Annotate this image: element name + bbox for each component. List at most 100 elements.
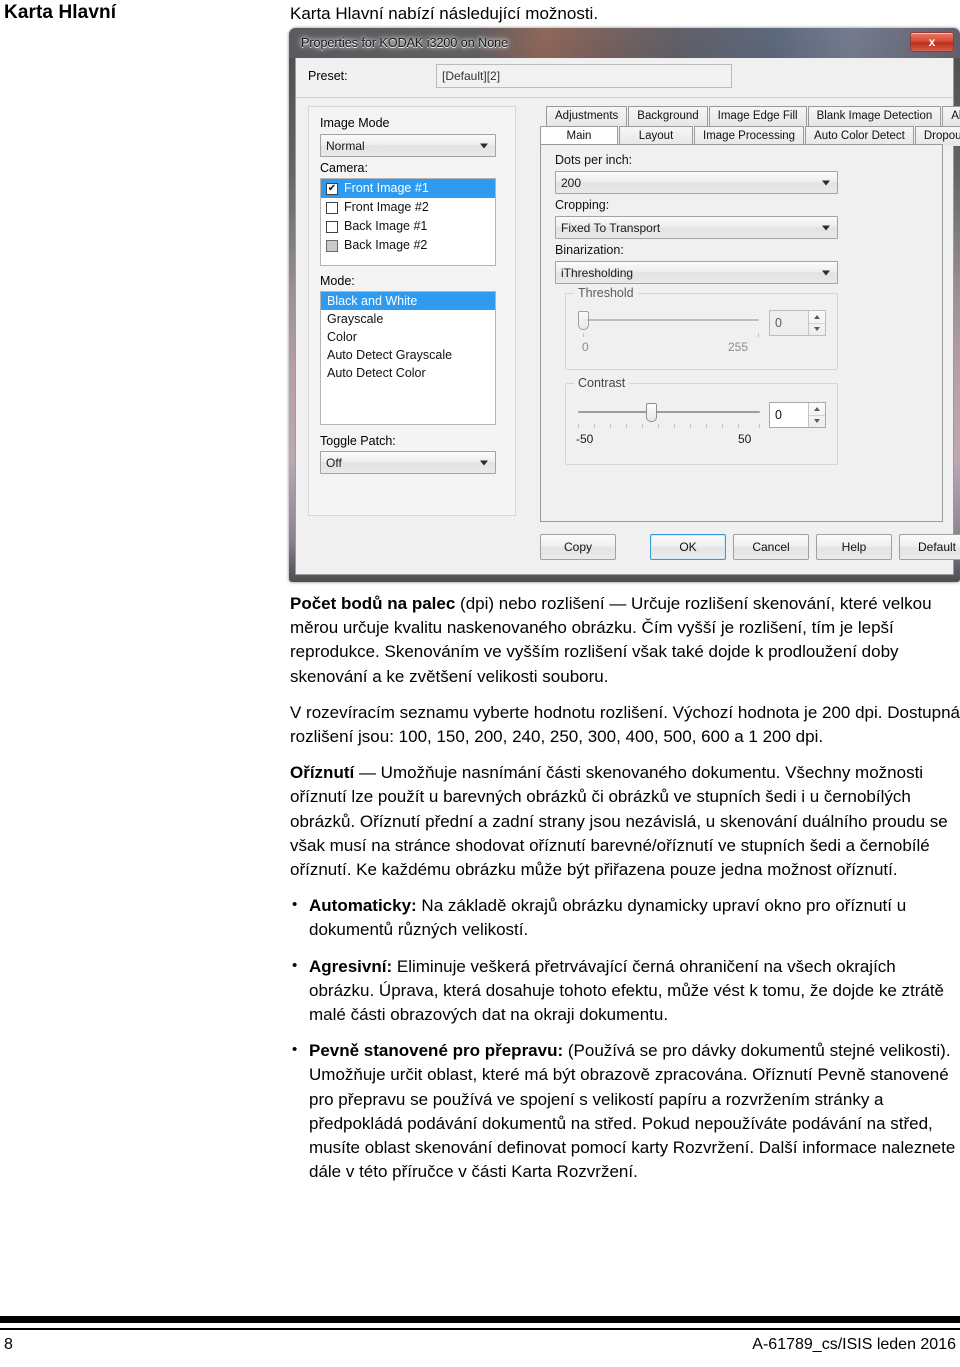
cropping-value: Fixed To Transport	[561, 220, 661, 235]
tab-main[interactable]: Main	[540, 126, 618, 146]
dialog-title: Properties for KODAK i3200 on None	[301, 36, 509, 50]
contrast-slider-track[interactable]	[578, 411, 760, 413]
tab-about[interactable]: About	[942, 106, 960, 126]
checkbox-icon[interactable]	[326, 201, 338, 214]
body-text: Počet bodů na palec (dpi) nebo rozlišení…	[290, 592, 960, 1196]
tab-adjustments[interactable]: Adjustments	[546, 106, 628, 126]
list-item[interactable]: Grayscale	[321, 310, 495, 328]
camera-listbox[interactable]: Front Image #1 Front Image #2 Back Image…	[320, 178, 496, 266]
threshold-min-label: 0	[582, 340, 589, 354]
checkbox-icon[interactable]	[326, 182, 338, 195]
checkbox-icon	[326, 239, 338, 252]
image-mode-label: Image Mode	[320, 116, 390, 130]
dpi-label: Dots per inch:	[555, 153, 633, 167]
list-item[interactable]: Front Image #2	[321, 198, 495, 217]
page-number: 8	[4, 1336, 13, 1353]
tabbed-settings-panel: Adjustments Background Image Edge Fill B…	[540, 106, 960, 522]
chevron-down-icon	[480, 143, 488, 148]
list-item: Pevně stanovené pro přepravu: (Používá s…	[290, 1038, 960, 1184]
list-item: Agresivní: Eliminuje veškerá přetrvávají…	[290, 954, 960, 1028]
paragraph-cropping-term: Oříznutí	[290, 763, 355, 783]
cropping-label: Cropping:	[555, 198, 610, 212]
camera-label: Camera:	[320, 161, 368, 175]
document-page: Karta Hlavní Karta Hlavní nabízí následu…	[0, 0, 960, 1367]
contrast-group-title: Contrast	[574, 376, 630, 390]
contrast-spinner[interactable]: 0	[769, 402, 826, 428]
dialog-button-row: Copy OK Cancel Help Default	[540, 534, 960, 564]
tab-blank-image-detection[interactable]: Blank Image Detection	[807, 106, 942, 126]
ok-button[interactable]: OK	[650, 534, 726, 560]
chevron-down-icon	[480, 460, 488, 465]
dpi-value: 200	[561, 175, 582, 190]
document-id: A-61789_cs/ISIS leden 2016	[752, 1336, 956, 1353]
footer-rule-thin	[0, 1328, 960, 1330]
spinner-down-icon[interactable]	[809, 416, 825, 428]
list-item: Automaticky: Na základě okrajů obrázku d…	[290, 893, 960, 942]
list-item-text: Eliminuje veškerá přetrvávající černá oh…	[309, 956, 945, 1025]
toggle-patch-label: Toggle Patch:	[320, 434, 396, 448]
toggle-patch-value: Off	[326, 455, 342, 470]
margin-heading: Karta Hlavní	[4, 2, 117, 23]
list-item-label: Front Image #2	[344, 200, 429, 214]
threshold-group-title: Threshold	[574, 286, 638, 300]
list-item[interactable]: Auto Detect Color	[321, 364, 495, 382]
list-item[interactable]: Black and White	[321, 292, 495, 310]
close-icon[interactable]: x	[910, 32, 954, 52]
mode-listbox[interactable]: Black and White Grayscale Color Auto Det…	[320, 291, 496, 425]
list-item[interactable]: Color	[321, 328, 495, 346]
cancel-button[interactable]: Cancel	[733, 534, 809, 560]
spinner-down-icon[interactable]	[809, 324, 825, 336]
list-item-term: Automaticky:	[309, 896, 417, 916]
checkbox-icon[interactable]	[326, 220, 338, 233]
intro-paragraph: Karta Hlavní nabízí následující možnosti…	[290, 4, 599, 23]
toggle-patch-select[interactable]: Off	[320, 451, 496, 474]
paragraph-dpi: Počet bodů na palec (dpi) nebo rozlišení…	[290, 592, 960, 689]
binarization-select[interactable]: iThresholding	[555, 261, 838, 284]
contrast-value: 0	[775, 408, 782, 422]
list-item-label: Back Image #1	[344, 219, 428, 233]
list-item-text: (Používá se pro dávky dokumentů stejné v…	[309, 1041, 956, 1182]
footer-rule-thick	[0, 1316, 960, 1323]
tab-row-primary: Main Layout Image Processing Auto Color …	[540, 126, 960, 146]
binarization-value: iThresholding	[561, 265, 634, 280]
threshold-slider-track[interactable]	[583, 319, 759, 321]
cropping-options-list: Automaticky: Na základě okrajů obrázku d…	[290, 893, 960, 1184]
tab-image-processing[interactable]: Image Processing	[694, 126, 805, 146]
list-item[interactable]: Auto Detect Grayscale	[321, 346, 495, 364]
list-item[interactable]: Back Image #1	[321, 217, 495, 236]
chevron-down-icon	[822, 225, 830, 230]
preset-field[interactable]: [Default][2]	[436, 64, 732, 88]
content-column: Karta Hlavní nabízí následující možnosti…	[290, 0, 960, 26]
binarization-label: Binarization:	[555, 243, 624, 257]
threshold-spinner-buttons[interactable]	[808, 311, 825, 335]
main-tab-panel: Dots per inch: 200 Cropping: Fixed To Tr…	[540, 144, 943, 522]
threshold-slider-thumb[interactable]	[578, 311, 589, 330]
threshold-max-label: 255	[728, 340, 749, 354]
threshold-spinner[interactable]: 0	[769, 310, 826, 336]
tab-row-secondary: Adjustments Background Image Edge Fill B…	[546, 106, 960, 126]
list-item-label: Front Image #1	[344, 181, 429, 195]
image-mode-select[interactable]: Normal	[320, 134, 496, 157]
spinner-up-icon[interactable]	[809, 403, 825, 416]
cropping-select[interactable]: Fixed To Transport	[555, 216, 838, 239]
contrast-slider-thumb[interactable]	[646, 403, 657, 422]
spinner-up-icon[interactable]	[809, 311, 825, 324]
dpi-select[interactable]: 200	[555, 171, 838, 194]
contrast-min-label: -50	[576, 432, 594, 446]
list-item[interactable]: Front Image #1	[321, 179, 495, 198]
copy-button[interactable]: Copy	[540, 534, 616, 560]
tab-auto-color-detect[interactable]: Auto Color Detect	[805, 126, 914, 146]
properties-dialog: Properties for KODAK i3200 on None x Pre…	[289, 28, 960, 582]
help-button[interactable]: Help	[816, 534, 892, 560]
paragraph-cropping: Oříznutí — Umožňuje nasnímání části sken…	[290, 761, 960, 882]
tab-layout[interactable]: Layout	[619, 126, 693, 146]
tab-dropout[interactable]: Dropout	[914, 126, 960, 146]
paragraph-resolution-list: V rozevíracím seznamu vyberte hodnotu ro…	[290, 702, 960, 747]
contrast-ticks	[578, 424, 760, 429]
contrast-spinner-buttons[interactable]	[808, 403, 825, 427]
threshold-ticks	[583, 333, 759, 338]
tab-background[interactable]: Background	[628, 106, 708, 126]
default-button[interactable]: Default	[899, 534, 960, 560]
tab-image-edge-fill[interactable]: Image Edge Fill	[708, 106, 807, 126]
list-item[interactable]: Back Image #2	[321, 236, 495, 255]
